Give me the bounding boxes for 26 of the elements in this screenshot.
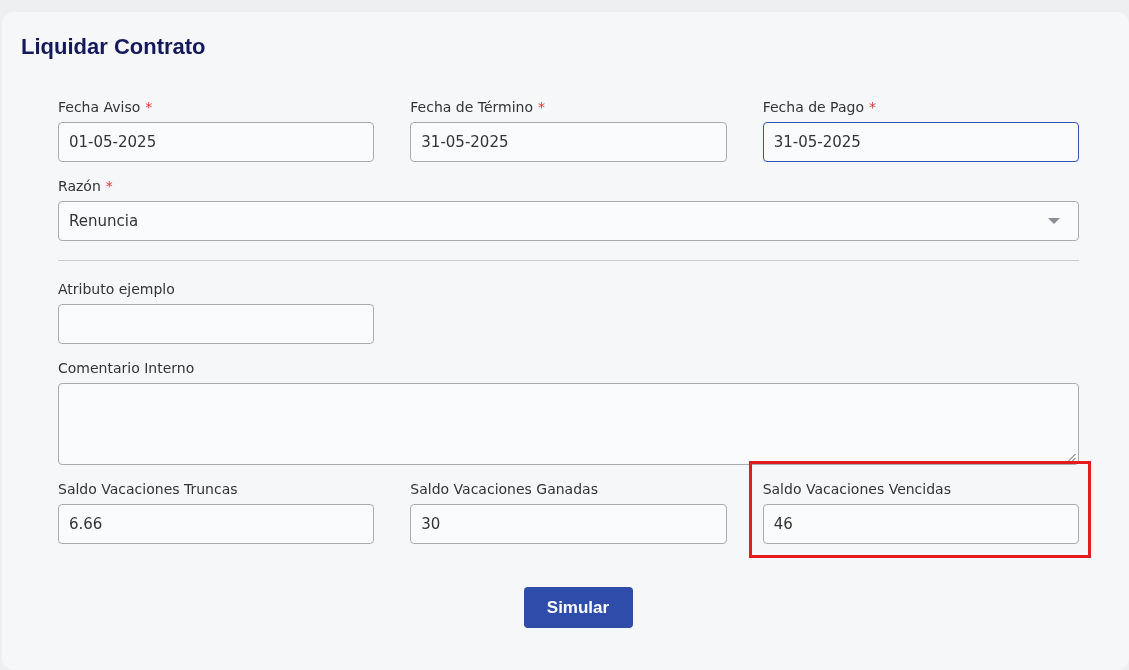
input-field[interactable]: 01-05-2025 <box>58 122 375 162</box>
input-field[interactable] <box>58 304 375 344</box>
input-field[interactable]: 31-05-2025 <box>410 122 727 162</box>
field-label: Comentario Interno <box>58 359 195 377</box>
required-mark: * <box>868 98 876 116</box>
field-label: Razón <box>58 177 101 195</box>
simulate-button[interactable]: Simular <box>523 587 633 628</box>
required-mark: * <box>105 177 113 195</box>
required-mark: * <box>538 98 546 116</box>
input-field[interactable]: 46 <box>762 504 1079 544</box>
required-mark: * <box>145 98 153 116</box>
page-title: Liquidar Contrato <box>21 33 207 61</box>
text-area[interactable] <box>58 383 1079 465</box>
input-field[interactable]: 6.66 <box>58 504 375 544</box>
field-label: Atributo ejemplo <box>58 280 175 298</box>
input-field[interactable]: 31-05-2025 <box>762 122 1079 162</box>
field-label: Saldo Vacaciones Ganadas <box>410 480 598 498</box>
caret-icon <box>1048 218 1060 224</box>
input-field[interactable]: 30 <box>410 504 727 544</box>
resize-handle-icon[interactable] <box>1067 453 1076 462</box>
dropdown[interactable]: Renuncia <box>58 201 1079 241</box>
field-label: Saldo Vacaciones Truncas <box>58 480 238 498</box>
field-label: Saldo Vacaciones Vencidas <box>762 480 951 498</box>
field-label: Fecha de Término <box>410 98 534 116</box>
field-label: Fecha de Pago <box>762 98 864 116</box>
field-label: Fecha Aviso <box>58 98 141 116</box>
